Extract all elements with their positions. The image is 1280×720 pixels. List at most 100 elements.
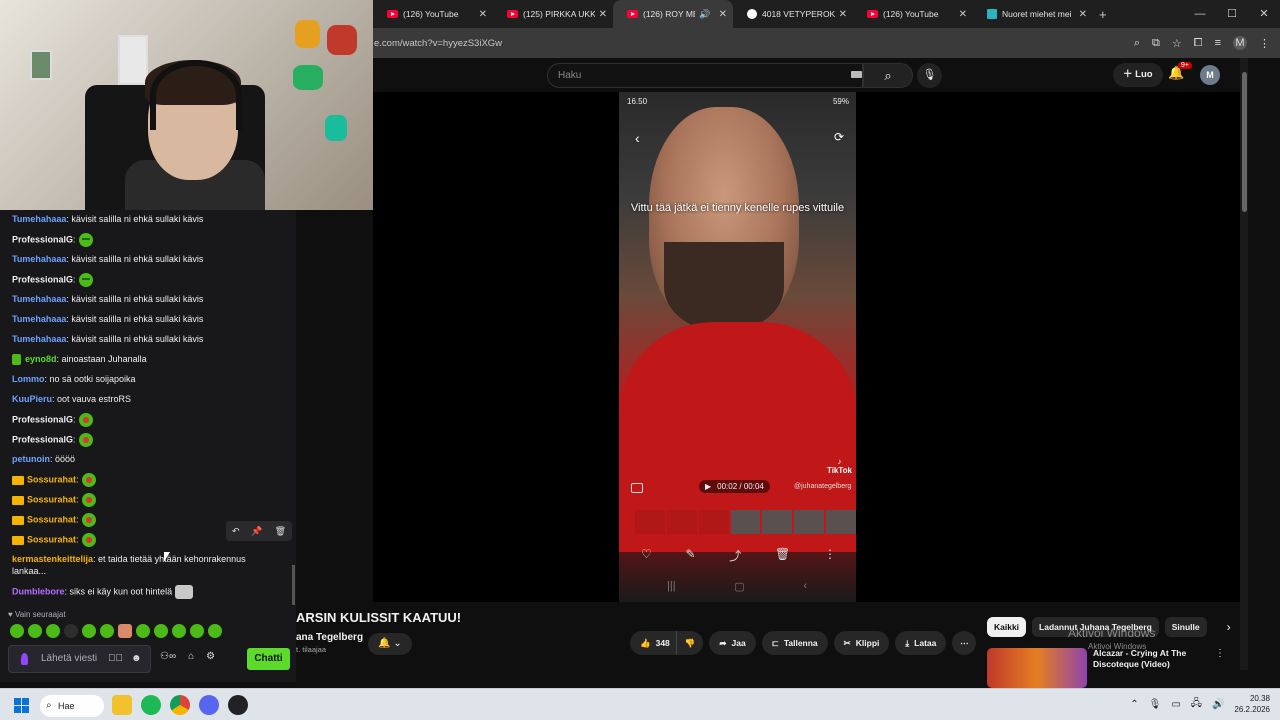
bookmark-star-icon[interactable]: ☆: [1172, 37, 1182, 50]
chip-all[interactable]: Kaikki: [987, 617, 1027, 637]
obs-icon[interactable]: [228, 695, 248, 715]
create-button[interactable]: ＋ Luo: [1113, 63, 1163, 87]
close-window-button[interactable]: ✕: [1248, 0, 1280, 28]
chat-message[interactable]: Sossurahat:: [12, 473, 282, 487]
chat-username[interactable]: KuuPieru: [12, 394, 52, 404]
chat-message[interactable]: ProfessionalG:: [12, 433, 282, 447]
zoom-icon[interactable]: ⌕: [1134, 37, 1140, 50]
emote-button[interactable]: [82, 624, 96, 638]
delete-icon[interactable]: 🗑: [275, 526, 286, 537]
video-frame[interactable]: 16.50 59% ‹ ⟳ Vittu tää jätkä ei tienny …: [619, 92, 856, 602]
video-player[interactable]: 16.50 59% ‹ ⟳ Vittu tää jätkä ei tienny …: [373, 92, 1240, 602]
recommended-menu-icon[interactable]: ⋮: [1215, 648, 1225, 659]
chat-message[interactable]: Tumehahaaa: kävisit salilla ni ehkä sull…: [12, 293, 282, 305]
user-avatar[interactable]: M: [1200, 65, 1220, 85]
browser-tab[interactable]: (126) YouTube ✕: [373, 0, 493, 28]
browser-tab[interactable]: Nuoret miehet mei ✕: [973, 0, 1093, 28]
spotify-icon[interactable]: [141, 695, 161, 715]
chrome-icon[interactable]: [170, 695, 190, 715]
emote-picker-icon[interactable]: ☻: [131, 653, 142, 664]
subscription-bell-button[interactable]: 🔔 ⌄: [368, 633, 412, 655]
chat-message[interactable]: ProfessionalG:: [12, 273, 282, 287]
pepega-icon[interactable]: ✗⃝: [108, 653, 123, 664]
chat-username[interactable]: ProfessionalG: [12, 234, 73, 244]
url-field[interactable]: e.com/watch?v=hyyezS3iXGw: [373, 38, 1134, 49]
chat-message[interactable]: Dumblebore: siks ei käy kun oot hintelä: [12, 585, 282, 599]
chip-for-you[interactable]: Sinulle: [1164, 617, 1207, 637]
emote-button[interactable]: [64, 624, 78, 638]
chat-username[interactable]: Lommo: [12, 374, 45, 384]
chat-username[interactable]: kermastenkeittelija: [12, 554, 93, 564]
clock[interactable]: 20.38 26.2.2026: [1234, 693, 1270, 715]
new-tab-button[interactable]: +: [1099, 7, 1107, 22]
emote-button[interactable]: [154, 624, 168, 638]
microphone-tray-icon[interactable]: 🎙: [1149, 699, 1162, 710]
browser-tab[interactable]: (126) ROY MEAR 🔊 ✕: [613, 0, 733, 28]
emote-button[interactable]: [172, 624, 186, 638]
chat-username[interactable]: Sossurahat: [27, 534, 76, 544]
network-icon[interactable]: 🖧: [1191, 696, 1202, 713]
emote-button[interactable]: [118, 624, 132, 638]
chat-username[interactable]: Tumehahaaa: [12, 214, 66, 224]
pin-icon[interactable]: 📌: [251, 526, 262, 537]
search-input[interactable]: Haku: [547, 63, 863, 88]
page-scrollbar[interactable]: [1240, 58, 1248, 670]
browser-tab[interactable]: (125) PIRKKA UKKO ✕: [493, 0, 613, 28]
store-icon[interactable]: ⌂: [188, 651, 194, 662]
profile-avatar[interactable]: M: [1233, 36, 1247, 50]
save-button[interactable]: ⊏ Tallenna: [761, 631, 828, 655]
chat-username[interactable]: Sossurahat: [27, 474, 76, 484]
emote-button[interactable]: [28, 624, 42, 638]
like-button[interactable]: 👍 348: [630, 631, 676, 655]
minimize-button[interactable]: —: [1184, 0, 1216, 28]
chat-message[interactable]: Sossurahat:: [12, 493, 282, 507]
chevron-right-icon[interactable]: ›: [1227, 620, 1231, 634]
chat-scrollbar[interactable]: [292, 565, 295, 605]
close-tab-icon[interactable]: ✕: [599, 9, 607, 20]
emote-button[interactable]: [10, 624, 24, 638]
emote-button[interactable]: [190, 624, 204, 638]
chat-username[interactable]: Tumehahaaa: [12, 294, 66, 304]
close-tab-icon[interactable]: ✕: [479, 9, 487, 20]
download-button[interactable]: ⤓ Lataa: [895, 631, 947, 655]
media-controls-icon[interactable]: ≡: [1215, 37, 1221, 49]
chat-username[interactable]: ProfessionalG: [12, 274, 73, 284]
voice-search-button[interactable]: 🎙: [917, 63, 942, 88]
recommended-thumbnail[interactable]: [987, 648, 1087, 688]
chat-username[interactable]: ProfessionalG: [12, 414, 73, 424]
emote-button[interactable]: [100, 624, 114, 638]
chat-username[interactable]: ProfessionalG: [12, 434, 73, 444]
settings-gear-icon[interactable]: ⚙: [206, 651, 215, 662]
taskbar-search[interactable]: Hae: [40, 695, 104, 717]
chat-username[interactable]: Tumehahaaa: [12, 314, 66, 324]
chat-username[interactable]: eyno8d: [25, 354, 57, 364]
file-explorer-icon[interactable]: [112, 695, 132, 715]
volume-icon[interactable]: 🔊: [1212, 699, 1224, 710]
chat-input[interactable]: Lähetä viesti: [41, 653, 111, 664]
extensions-icon[interactable]: ⧠: [1194, 37, 1203, 50]
install-app-icon[interactable]: ⧉: [1152, 37, 1160, 50]
reply-icon[interactable]: ↶: [232, 526, 240, 537]
chat-message[interactable]: Tumehahaaa: kävisit salilla ni ehkä sull…: [12, 253, 282, 265]
chat-message[interactable]: petunoin: öööö: [12, 453, 282, 465]
close-tab-icon[interactable]: ✕: [719, 9, 727, 20]
chat-username[interactable]: Dumblebore: [12, 586, 65, 596]
chevron-up-icon[interactable]: ⌃: [1130, 699, 1138, 710]
channel-name[interactable]: ana Tegelberg: [296, 632, 363, 643]
send-chat-button[interactable]: Chatti: [247, 648, 290, 670]
close-tab-icon[interactable]: ✕: [839, 9, 847, 20]
chat-message[interactable]: kermastenkeittelija: et taida tietää yht…: [12, 553, 282, 577]
close-tab-icon[interactable]: ✕: [959, 9, 967, 20]
chat-message[interactable]: ProfessionalG:: [12, 413, 282, 427]
share-button[interactable]: ➦ Jaa: [709, 631, 756, 655]
clip-button[interactable]: ✂ Klippi: [833, 631, 890, 655]
dislike-button[interactable]: 👎: [675, 631, 704, 655]
browser-tab[interactable]: (126) YouTube ✕: [853, 0, 973, 28]
chat-username[interactable]: Tumehahaaa: [12, 254, 66, 264]
emote-button[interactable]: [208, 624, 222, 638]
more-actions-button[interactable]: ⋯: [952, 631, 977, 655]
chat-message[interactable]: eyno8d: ainoastaan Juhanalla: [12, 353, 282, 366]
chat-username[interactable]: Sossurahat: [27, 514, 76, 524]
emote-button[interactable]: [46, 624, 60, 638]
chat-message[interactable]: ProfessionalG:: [12, 233, 282, 247]
